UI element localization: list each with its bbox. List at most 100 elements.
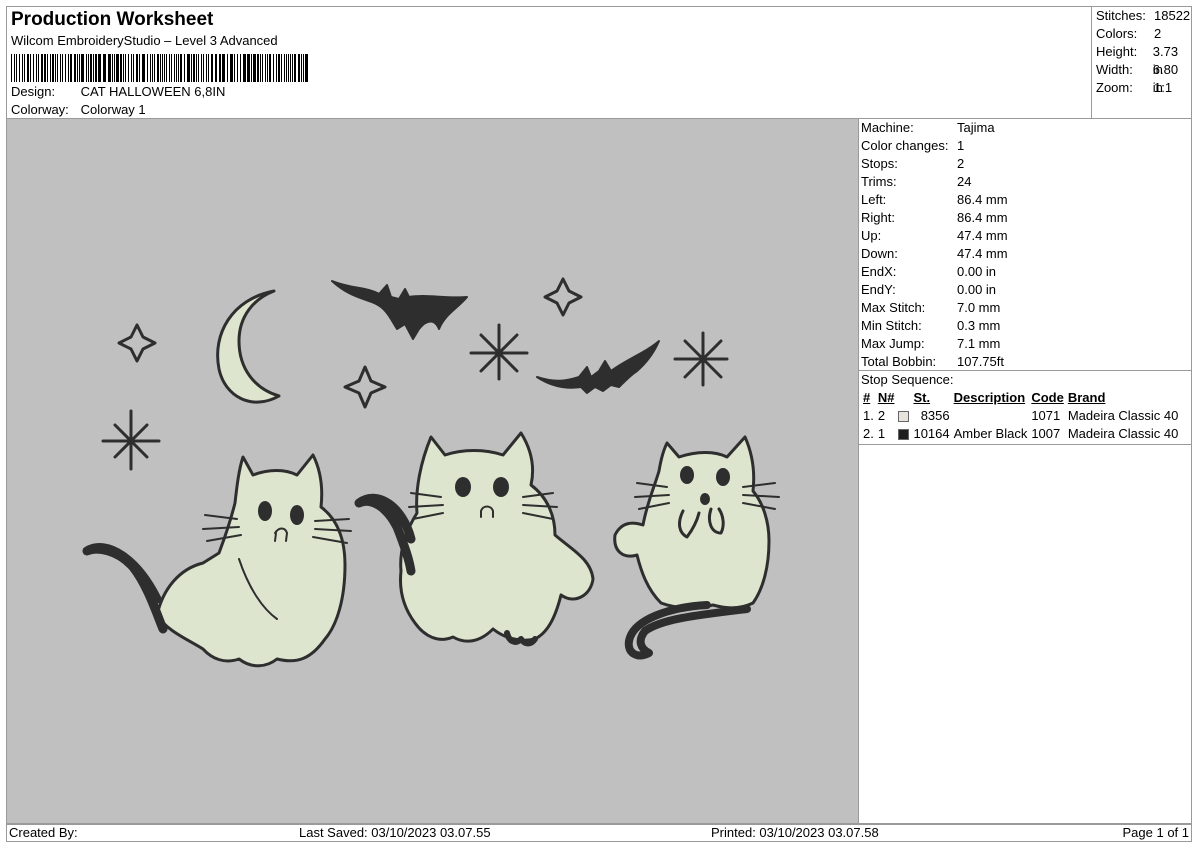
star-shape bbox=[543, 277, 583, 317]
barcode-bar bbox=[247, 54, 250, 82]
bat-shape bbox=[536, 340, 660, 394]
barcode-graphic bbox=[11, 54, 308, 82]
barcode-bar bbox=[33, 54, 34, 82]
created-by: Created By: bbox=[9, 825, 78, 840]
barcode-bar bbox=[178, 54, 179, 82]
barcode-bar bbox=[303, 54, 304, 82]
summary-value: 6.80 in bbox=[1152, 62, 1179, 95]
col-code: Code bbox=[1031, 390, 1064, 405]
summary-value: 18522 bbox=[1154, 8, 1191, 23]
stitch-count: 10164 bbox=[913, 425, 950, 441]
summary-box: Stitches: 18522 Colors: 2 Height: 3.73 in W… bbox=[1091, 7, 1191, 119]
barcode-bar bbox=[203, 54, 204, 82]
barcode-bar bbox=[215, 54, 217, 82]
barcode-bar bbox=[133, 54, 134, 82]
sparkle-shape bbox=[101, 409, 161, 471]
cat-eye bbox=[680, 466, 694, 484]
thread-code: 1071 bbox=[1031, 407, 1061, 423]
cat-eye bbox=[716, 468, 730, 486]
barcode-bar bbox=[278, 54, 280, 82]
embroidery-design-illustration bbox=[82, 277, 780, 668]
col-needle: N# bbox=[877, 390, 895, 405]
property-row: Stops: 2 bbox=[859, 155, 1191, 173]
summary-value: 1:1 bbox=[1154, 80, 1173, 95]
barcode-bar bbox=[22, 54, 23, 82]
barcode-bar bbox=[286, 54, 287, 82]
property-label: Min Stitch: bbox=[861, 318, 922, 333]
star-shape bbox=[117, 323, 157, 363]
property-row: Left: 86.4 mm bbox=[859, 191, 1191, 209]
summary-row: Zoom: 1:1 bbox=[1092, 79, 1191, 97]
thread-brand: Madeira Classic 40 bbox=[1067, 425, 1179, 441]
color-swatch bbox=[898, 410, 910, 422]
summary-value: 3.73 in bbox=[1152, 44, 1179, 77]
property-label: Max Jump: bbox=[861, 336, 925, 351]
property-row: Color changes: 1 bbox=[859, 137, 1191, 155]
thread-code: 1007 bbox=[1031, 425, 1061, 441]
col-index: # bbox=[863, 390, 871, 405]
design-row: Design: CAT HALLOWEEN 6,8IN bbox=[11, 84, 225, 99]
barcode-bar bbox=[44, 54, 46, 82]
barcode-bar bbox=[253, 54, 256, 82]
design-preview-canvas bbox=[6, 118, 859, 824]
colorway-row: Colorway: Colorway 1 bbox=[11, 102, 146, 117]
barcode-bar bbox=[171, 54, 172, 82]
barcode-bar bbox=[273, 54, 274, 82]
needle-number: 1 bbox=[877, 425, 886, 441]
barcode-bar bbox=[19, 54, 20, 82]
summary-label: Colors: bbox=[1096, 26, 1138, 41]
barcode-bar bbox=[227, 54, 228, 82]
machine-properties: Machine: Tajima Color changes: 1 Stops: 2 Trim… bbox=[859, 119, 1191, 371]
page-number: Page 1 of 1 bbox=[1122, 825, 1190, 840]
summary-label: Zoom: bbox=[1096, 80, 1133, 95]
property-label: Stops: bbox=[861, 156, 898, 171]
stop-sequence-table: # N# St. Description Code Brand 1. 2 8356 1… bbox=[861, 389, 1180, 442]
barcode-bar bbox=[70, 54, 72, 82]
barcode-bar bbox=[90, 54, 92, 82]
cat-tail bbox=[82, 543, 168, 634]
design-value: CAT HALLOWEEN 6,8IN bbox=[80, 84, 226, 99]
cat-eye bbox=[455, 477, 471, 497]
barcode-bar bbox=[180, 54, 182, 82]
barcode-bar bbox=[27, 54, 29, 82]
property-row: Trims: 24 bbox=[859, 173, 1191, 191]
sparkle-shape bbox=[469, 323, 529, 381]
property-value: 0.3 mm bbox=[957, 318, 1001, 333]
summary-row: Colors: 2 bbox=[1092, 25, 1191, 43]
thread-description: Amber Black bbox=[953, 425, 1028, 441]
barcode-bar bbox=[281, 54, 282, 82]
property-value: 47.4 mm bbox=[957, 228, 1008, 243]
property-value: 86.4 mm bbox=[957, 210, 1008, 225]
property-label: Right: bbox=[861, 210, 895, 225]
barcode-bar bbox=[128, 54, 129, 82]
barcode-bar bbox=[116, 54, 119, 82]
property-label: Down: bbox=[861, 246, 898, 261]
section-divider bbox=[859, 442, 1191, 445]
property-value: 47.4 mm bbox=[957, 246, 1008, 261]
stitch-count: 8356 bbox=[920, 407, 950, 423]
property-value: 107.75ft bbox=[957, 354, 1004, 369]
barcode-bar bbox=[206, 54, 207, 82]
barcode-bar bbox=[47, 54, 48, 82]
barcode-bar bbox=[196, 54, 197, 82]
barcode-bar bbox=[57, 54, 58, 82]
barcode-bar bbox=[77, 54, 78, 82]
moon-shape bbox=[216, 289, 281, 404]
summary-row: Stitches: 18522 bbox=[1092, 7, 1191, 25]
stop-row: 1. 2 8356 1071 Madeira Classic 40 bbox=[861, 406, 1180, 424]
summary-row: Width: 6.80 in bbox=[1092, 61, 1191, 95]
stop-sequence-section: Stop Sequence: # N# St. Description Code… bbox=[859, 371, 1191, 445]
color-swatch bbox=[898, 428, 910, 440]
barcode-bar bbox=[24, 54, 25, 82]
last-saved: Last Saved: 03/10/2023 03.07.55 bbox=[299, 825, 491, 840]
barcode-bar bbox=[74, 54, 76, 82]
barcode-bar bbox=[38, 54, 39, 82]
barcode-bar bbox=[152, 54, 153, 82]
col-brand: Brand bbox=[1067, 390, 1106, 405]
barcode-bar bbox=[60, 54, 61, 82]
property-row: Down: 47.4 mm bbox=[859, 245, 1191, 263]
barcode-bar bbox=[230, 54, 233, 82]
barcode-bar bbox=[211, 54, 213, 82]
barcode-bar bbox=[267, 54, 268, 82]
barcode-bar bbox=[260, 54, 261, 82]
